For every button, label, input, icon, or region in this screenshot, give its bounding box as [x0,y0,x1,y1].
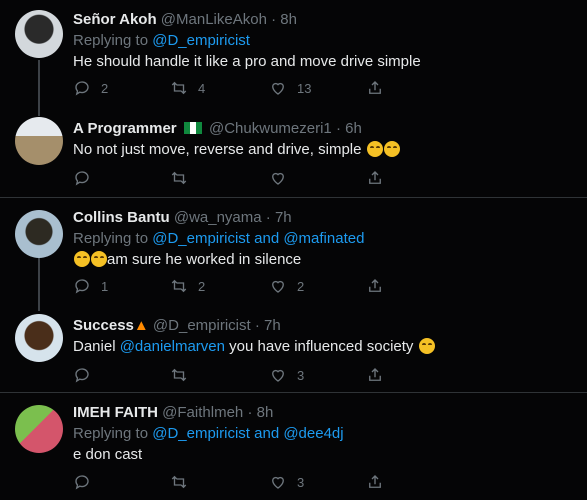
timestamp[interactable]: · 7h [266,209,292,226]
share-button[interactable] [366,276,384,296]
replying-to: Replying to @D_empiricist [73,32,250,49]
heart-icon [272,82,284,95]
retweet-button[interactable]: 4 [170,78,205,98]
reply-icon [75,475,89,490]
share-icon [369,475,381,488]
retweet-button[interactable] [170,472,188,492]
share-button[interactable] [366,168,384,188]
like-count: 3 [297,367,305,383]
like-button[interactable]: 2 [269,276,304,296]
like-count: 2 [297,278,305,294]
laughing-emoji-icon [91,251,107,267]
reply-button[interactable]: 1 [73,276,108,296]
user-name[interactable]: A Programmer [73,120,177,137]
timestamp[interactable]: · 8h [247,404,273,421]
reply-button[interactable] [73,365,91,385]
like-count: 13 [297,80,312,96]
laughing-emoji-icon [383,141,400,157]
reply-button[interactable]: 2 [73,78,108,98]
fire-emoji-icon: ▲ [133,317,149,334]
share-icon [369,368,381,381]
tweet-2[interactable]: A Programmer @Chukwumezeri1 · 6h No not … [0,105,587,197]
laughing-emoji-icon [74,251,90,267]
share-icon [369,81,381,94]
tweet-1[interactable]: Señor Akoh @ManLikeAkoh · 8h Replying to… [0,0,587,105]
retweet-button[interactable] [170,168,188,188]
retweet-icon [171,279,187,293]
like-button[interactable] [269,168,287,188]
avatar[interactable] [15,10,63,58]
tweet-text: No not just move, reverse and drive, sim… [73,141,362,158]
user-name[interactable]: Collins Bantu [73,209,170,226]
mention-link[interactable]: @D_empiricist and @mafinated [152,230,364,247]
share-icon [369,279,381,292]
retweet-button[interactable] [170,365,188,385]
user-handle[interactable]: @Chukwumezeri1 [209,120,332,137]
reply-icon [75,81,89,96]
nigeria-flag-icon [183,122,202,134]
reply-icon [75,279,89,294]
tweet-text: am sure he worked in silence [107,251,302,268]
reply-button[interactable] [73,472,91,492]
mention-link[interactable]: @D_empiricist [152,32,250,49]
heart-icon [272,172,284,185]
mention-link[interactable]: @D_empiricist and @dee4dj [152,425,343,442]
share-button[interactable] [366,472,384,492]
heart-icon [272,280,284,293]
tweet-text: Daniel @danielmarven you have influenced… [73,337,575,357]
reply-button[interactable] [73,168,91,188]
tweet-4[interactable]: Success▲ @D_empiricist · 7h Daniel @dani… [0,304,587,392]
like-button[interactable]: 13 [269,78,311,98]
mention-link[interactable]: @danielmarven [120,338,225,355]
tweet-text: e don cast [73,446,143,463]
tweet-text: He should handle it like a pro and move … [73,53,421,70]
timestamp[interactable]: · 6h [336,120,362,137]
replying-to: Replying to @D_empiricist and @dee4dj [73,425,344,442]
like-button[interactable]: 3 [269,365,304,385]
share-icon [369,171,381,184]
timestamp[interactable]: · 8h [271,11,297,28]
reply-count: 2 [101,80,109,96]
retweet-button[interactable]: 2 [170,276,205,296]
like-button[interactable]: 3 [269,472,304,492]
retweet-icon [171,171,187,185]
replying-to: Replying to @D_empiricist and @mafinated [73,230,365,247]
retweet-icon [171,81,187,95]
tweet-3[interactable]: Collins Bantu @wa_nyama · 7h Replying to… [0,198,587,304]
heart-icon [272,369,284,382]
user-handle[interactable]: @Faithlmeh [162,404,243,421]
retweet-count: 2 [198,278,206,294]
user-name[interactable]: IMEH FAITH [73,404,158,421]
retweet-count: 4 [198,80,206,96]
user-handle[interactable]: @D_empiricist [153,317,251,334]
user-name[interactable]: Success [73,317,134,334]
avatar[interactable] [15,117,63,165]
reply-icon [75,368,89,383]
retweet-icon [171,475,187,489]
user-name[interactable]: Señor Akoh [73,11,157,28]
avatar[interactable] [15,210,63,258]
reply-count: 1 [101,278,109,294]
user-handle[interactable]: @ManLikeAkoh [161,11,267,28]
tweet-5[interactable]: IMEH FAITH @Faithlmeh · 8h Replying to @… [0,393,587,500]
laughing-emoji-icon [366,141,383,157]
heart-icon [272,476,284,489]
avatar[interactable] [15,405,63,453]
like-count: 3 [297,474,305,490]
retweet-icon [171,368,187,382]
share-button[interactable] [366,78,384,98]
user-handle[interactable]: @wa_nyama [174,209,262,226]
timestamp[interactable]: · 7h [255,317,281,334]
reply-icon [75,171,89,186]
laughing-emoji-icon [418,338,435,354]
avatar[interactable] [15,314,63,362]
share-button[interactable] [366,365,384,385]
